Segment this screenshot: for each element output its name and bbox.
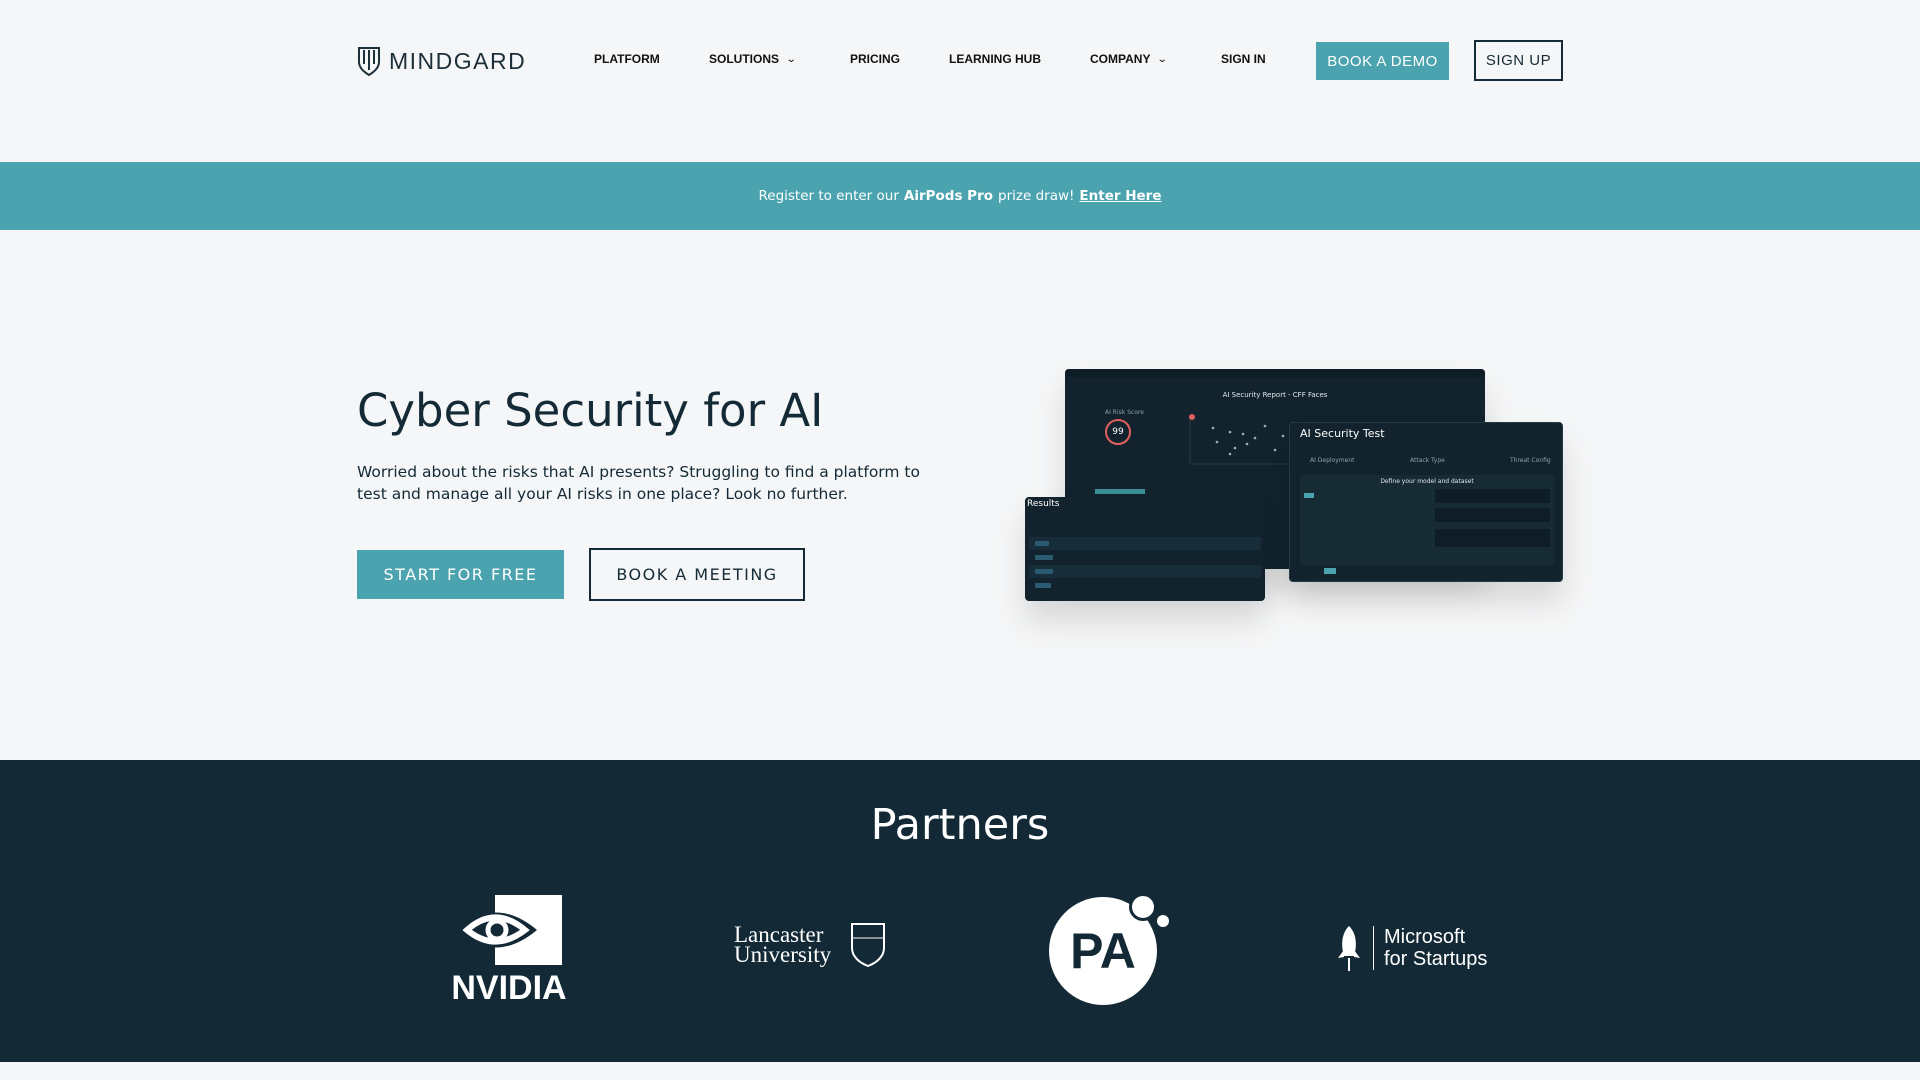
step-label: Attack Type bbox=[1410, 457, 1445, 464]
start-for-free-button[interactable]: START FOR FREE bbox=[357, 550, 564, 599]
results-panel: Results bbox=[1025, 497, 1265, 601]
nav-sign-in[interactable]: SIGN IN bbox=[1221, 52, 1266, 66]
chevron-down-icon: ⌄ bbox=[785, 53, 797, 65]
lancaster-logo: Lancaster University bbox=[734, 922, 886, 968]
rocket-icon bbox=[1338, 926, 1360, 971]
step-label: Threat Config bbox=[1510, 457, 1551, 464]
enter-here-link[interactable]: Enter Here bbox=[1079, 188, 1161, 204]
chevron-down-icon: ⌄ bbox=[1157, 53, 1169, 65]
book-demo-button[interactable]: BOOK A DEMO bbox=[1316, 42, 1449, 80]
step-label: AI Deployment bbox=[1310, 457, 1355, 464]
define-label: Define your model and dataset bbox=[1380, 478, 1474, 485]
nav-company[interactable]: COMPANY ⌄ bbox=[1090, 52, 1169, 66]
report-title: AI Security Report - CFF Faces bbox=[1222, 391, 1328, 399]
nav-label: SOLUTIONS bbox=[709, 52, 780, 66]
results-title: Results bbox=[1027, 499, 1060, 509]
pa-logo: PA bbox=[1049, 893, 1174, 1005]
nvidia-wordmark: NVIDIA bbox=[451, 969, 567, 1007]
microsoft-wordmark: Microsoft for Startups bbox=[1384, 926, 1488, 970]
partners-section: Partners NVIDIA Lancaster University PA … bbox=[0, 760, 1920, 1062]
banner-prefix: Register to enter our bbox=[758, 188, 899, 204]
hero-description: Worried about the risks that AI presents… bbox=[357, 463, 920, 503]
nav-label: PRICING bbox=[850, 52, 901, 66]
nav-label: COMPANY bbox=[1090, 52, 1151, 66]
nav-pricing[interactable]: PRICING bbox=[850, 52, 900, 66]
lancaster-wordmark: Lancaster University bbox=[734, 922, 832, 967]
book-meeting-button[interactable]: BOOK A MEETING bbox=[589, 548, 805, 601]
nav-solutions[interactable]: SOLUTIONS ⌄ bbox=[709, 52, 797, 66]
nav-learning-hub[interactable]: LEARNING HUB bbox=[949, 52, 1041, 66]
hero-title: Cyber Security for AI bbox=[357, 384, 824, 437]
risk-score-label: AI Risk Score bbox=[1105, 409, 1144, 416]
security-test-panel: AI Security Test AI Deployment Attack Ty… bbox=[1289, 422, 1563, 582]
footer-strip bbox=[0, 1062, 1920, 1080]
nav-label: LEARNING HUB bbox=[949, 52, 1041, 66]
crest-icon bbox=[851, 923, 885, 968]
banner-suffix: prize draw! bbox=[998, 188, 1075, 204]
security-test-title: AI Security Test bbox=[1300, 427, 1385, 440]
promo-banner: Register to enter our AirPods Pro prize … bbox=[0, 162, 1920, 230]
sign-up-button[interactable]: SIGN UP bbox=[1474, 40, 1563, 81]
nav-platform[interactable]: PLATFORM bbox=[594, 52, 660, 66]
nvidia-eye-icon bbox=[456, 895, 562, 965]
microsoft-startups-logo: Microsoft for Startups bbox=[1335, 924, 1494, 972]
threat-scatter-plot bbox=[1189, 414, 1295, 465]
partners-title: Partners bbox=[870, 800, 1050, 850]
mindgard-logo[interactable]: MINDGARD bbox=[357, 46, 526, 76]
risk-score-gauge: 99 bbox=[1105, 419, 1131, 445]
site-header: MINDGARD PLATFORM SOLUTIONS ⌄ PRICING LEA… bbox=[0, 0, 1920, 162]
nav-label: PLATFORM bbox=[594, 52, 660, 66]
shield-logo-icon bbox=[358, 47, 380, 76]
nav-label: SIGN IN bbox=[1221, 52, 1266, 66]
banner-highlight: AirPods Pro bbox=[903, 188, 994, 204]
nvidia-logo: NVIDIA bbox=[434, 895, 584, 1005]
logo-text: MINDGARD bbox=[389, 47, 527, 74]
